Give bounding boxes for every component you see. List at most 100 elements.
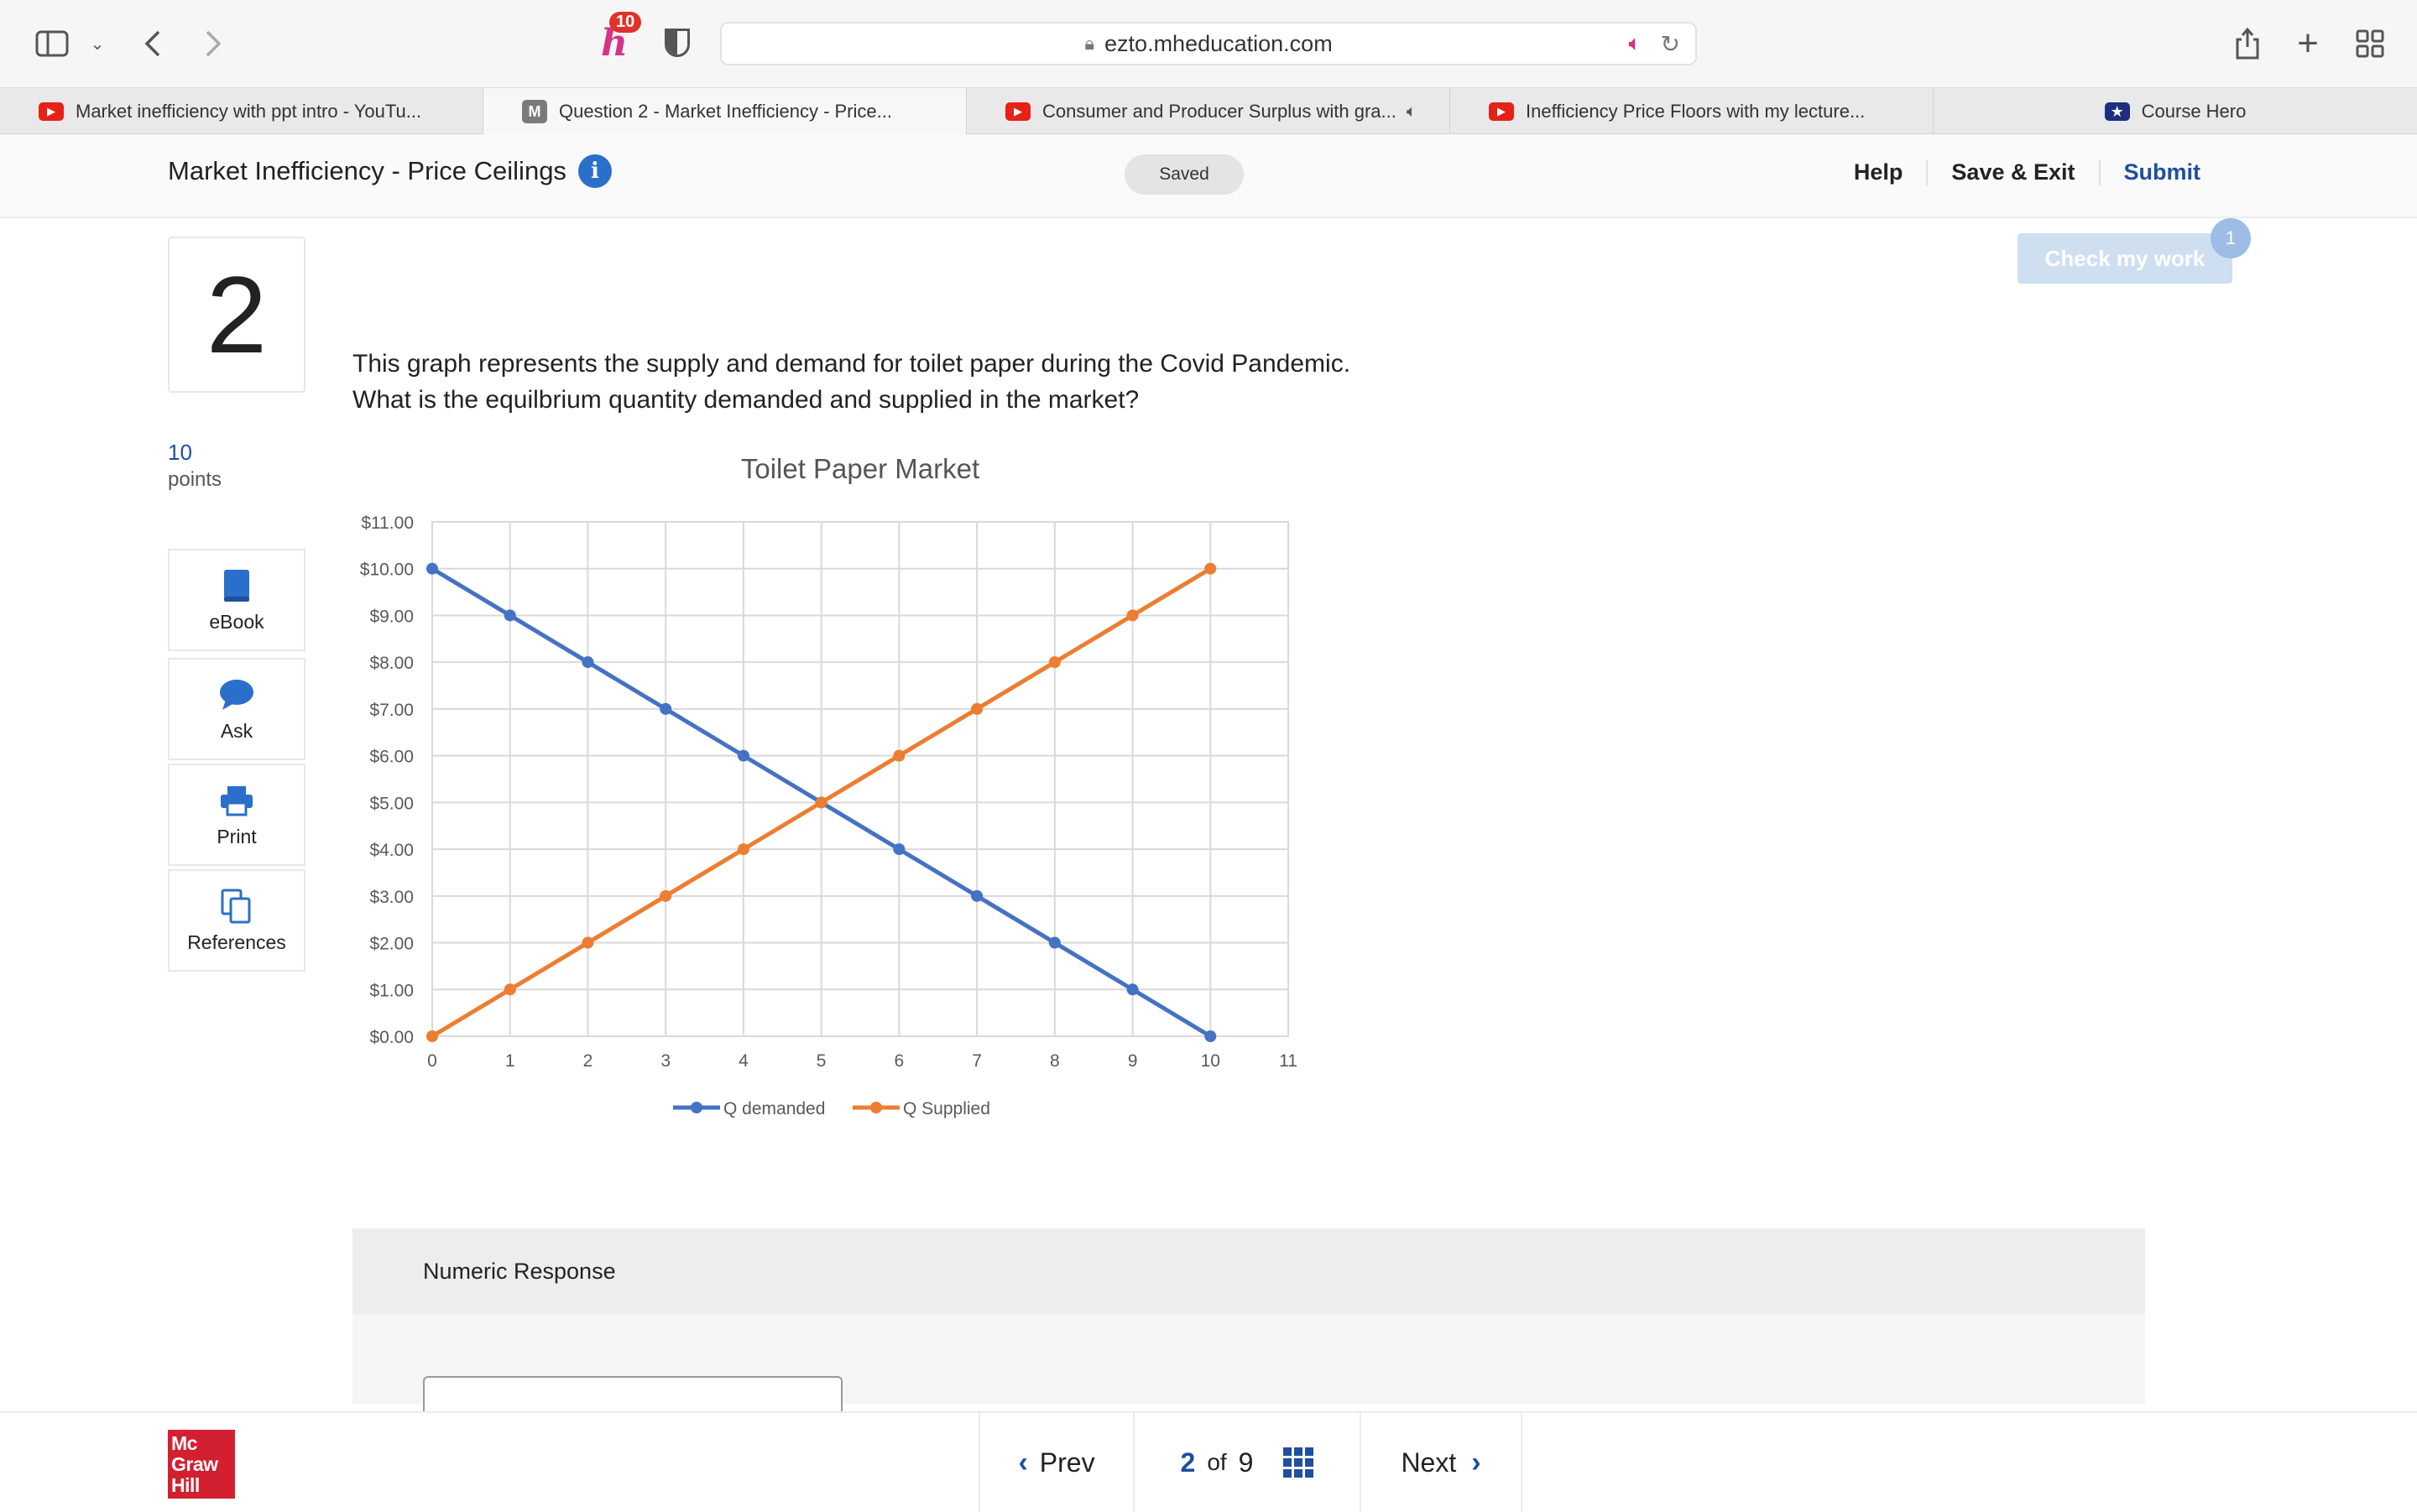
- x-tick-label: 3: [660, 1051, 671, 1071]
- y-tick-label: $3.00: [369, 888, 414, 907]
- chevron-left-icon: ‹: [1018, 1446, 1028, 1478]
- lock-icon: 🔒︎: [1084, 33, 1095, 54]
- tool-label: Ask: [220, 719, 253, 742]
- question-counter[interactable]: 2 of 9: [1133, 1413, 1360, 1512]
- tool-label: References: [187, 931, 286, 953]
- mcgraw-hill-logo: Mc Graw Hill: [168, 1430, 235, 1499]
- book-icon: [222, 567, 251, 604]
- m-icon: M: [522, 100, 547, 123]
- speaker-icon[interactable]: 🔈︎: [1628, 30, 1642, 57]
- forward-icon[interactable]: [195, 25, 232, 62]
- header-actions: Help Save & Exit Submit: [1830, 159, 2224, 185]
- question-grid-icon[interactable]: [1283, 1447, 1314, 1478]
- y-tick-label: $0.00: [369, 1028, 414, 1047]
- data-point: [582, 936, 594, 949]
- points-label: points: [168, 468, 222, 491]
- browser-tabs: ▶ Market inefficiency with ppt intro - Y…: [0, 87, 2417, 135]
- y-tick-label: $10.00: [360, 560, 414, 580]
- data-point: [1048, 936, 1061, 949]
- data-point: [1048, 656, 1061, 669]
- back-icon[interactable]: [134, 25, 171, 62]
- y-tick-label: $1.00: [369, 981, 414, 1000]
- audio-playing-icon[interactable]: 🔈︎: [1407, 102, 1417, 122]
- next-button[interactable]: Next ›: [1360, 1413, 1522, 1512]
- assignment-header: Market Inefficiency - Price Ceilings i S…: [0, 134, 2417, 218]
- sidebar-toggle-icon[interactable]: [34, 25, 70, 62]
- coursehero-icon: ★: [2104, 102, 2130, 121]
- logo-line: Hill: [171, 1474, 200, 1496]
- supply-demand-chart: Toilet Paper Market $0.00 $1.00 $2.00 $3.00 $…: [327, 445, 1334, 1133]
- tool-label: eBook: [209, 610, 264, 633]
- points-value: 10: [168, 440, 192, 465]
- y-tick-label: $9.00: [369, 607, 414, 626]
- save-exit-link[interactable]: Save & Exit: [1926, 159, 2098, 185]
- ask-button[interactable]: Ask: [168, 658, 305, 760]
- check-my-work-button[interactable]: Check my work: [2018, 233, 2232, 284]
- data-point: [737, 843, 749, 856]
- printer-icon: [219, 782, 254, 819]
- x-tick-label: 2: [583, 1051, 593, 1071]
- tab-label: Consumer and Producer Surplus with gra..…: [1042, 101, 1396, 122]
- y-tick-label: $4.00: [369, 841, 414, 860]
- legend-marker: [691, 1102, 702, 1113]
- youtube-icon: ▶: [1005, 102, 1031, 121]
- logo-line: Mc: [171, 1432, 197, 1454]
- question-text-line: This graph represents the supply and dem…: [352, 350, 1351, 378]
- references-button[interactable]: References: [168, 869, 305, 972]
- browser-tab[interactable]: ▶ Market inefficiency with ppt intro - Y…: [0, 88, 483, 135]
- check-attempts-badge: 1: [2211, 218, 2251, 258]
- question-prompt: This graph represents the supply and dem…: [352, 346, 1350, 418]
- y-tick-label: $8.00: [369, 654, 414, 673]
- x-tick-label: 4: [739, 1051, 749, 1071]
- browser-tab[interactable]: ★ Course Hero: [1934, 88, 2417, 135]
- browser-tab-active[interactable]: M Question 2 - Market Inefficiency - Pri…: [483, 88, 967, 135]
- tab-label: Course Hero: [2141, 101, 2247, 122]
- data-point: [1126, 609, 1139, 622]
- data-point: [504, 983, 516, 996]
- browser-tab[interactable]: ▶ Consumer and Producer Surplus with gra…: [967, 88, 1450, 135]
- y-tick-label: $2.00: [369, 935, 414, 954]
- print-button[interactable]: Print: [168, 764, 305, 866]
- ebook-button[interactable]: eBook: [168, 549, 305, 651]
- question-pager: ‹ Prev 2 of 9 Next ›: [979, 1413, 1522, 1512]
- data-point: [893, 749, 906, 762]
- help-link[interactable]: Help: [1830, 159, 1927, 185]
- submit-link[interactable]: Submit: [2098, 159, 2225, 185]
- total-questions: 9: [1238, 1447, 1254, 1478]
- data-point: [1126, 983, 1139, 996]
- x-tick-label: 7: [972, 1051, 982, 1071]
- next-label: Next: [1401, 1447, 1457, 1478]
- chevron-right-icon: ›: [1471, 1446, 1481, 1478]
- youtube-icon: ▶: [39, 102, 64, 121]
- question-text-line: What is the equilbrium quantity demanded…: [352, 386, 1140, 414]
- x-tick-label: 10: [1201, 1051, 1220, 1071]
- browser-toolbar: ⌄ h 10 🔒︎ ezto.mheducation.com 🔈︎ ↻ +: [0, 0, 2417, 87]
- data-point: [971, 702, 984, 715]
- x-tick-label: 8: [1050, 1051, 1060, 1071]
- chat-bubble-icon: [219, 676, 254, 713]
- address-bar[interactable]: 🔒︎ ezto.mheducation.com 🔈︎ ↻: [720, 22, 1697, 65]
- chevron-down-icon[interactable]: ⌄: [79, 25, 116, 62]
- of-label: of: [1207, 1449, 1227, 1475]
- legend-marker: [870, 1102, 882, 1113]
- data-point: [1204, 562, 1217, 575]
- numeric-response-heading: Numeric Response: [352, 1228, 2145, 1314]
- browser-tab[interactable]: ▶ Inefficiency Price Floors with my lect…: [1450, 88, 1934, 135]
- x-tick-label: 5: [817, 1051, 827, 1071]
- tab-label: Market inefficiency with ppt intro - You…: [76, 101, 422, 122]
- documents-icon: [221, 888, 253, 925]
- info-icon[interactable]: i: [577, 154, 612, 188]
- reload-icon[interactable]: ↻: [1661, 30, 1680, 58]
- x-tick-label: 11: [1279, 1051, 1297, 1071]
- tab-label: Question 2 - Market Inefficiency - Price…: [559, 101, 892, 122]
- new-tab-icon[interactable]: +: [2289, 23, 2326, 64]
- share-icon[interactable]: [2229, 25, 2266, 62]
- prev-button[interactable]: ‹ Prev: [979, 1413, 1133, 1512]
- tab-overview-icon[interactable]: [2352, 25, 2388, 62]
- data-point: [971, 889, 984, 902]
- data-point: [660, 702, 672, 715]
- data-point: [582, 656, 594, 669]
- y-tick-label: $5.00: [369, 794, 414, 813]
- numeric-response-panel: Numeric Response: [352, 1228, 2145, 1426]
- privacy-shield-icon[interactable]: [665, 29, 690, 57]
